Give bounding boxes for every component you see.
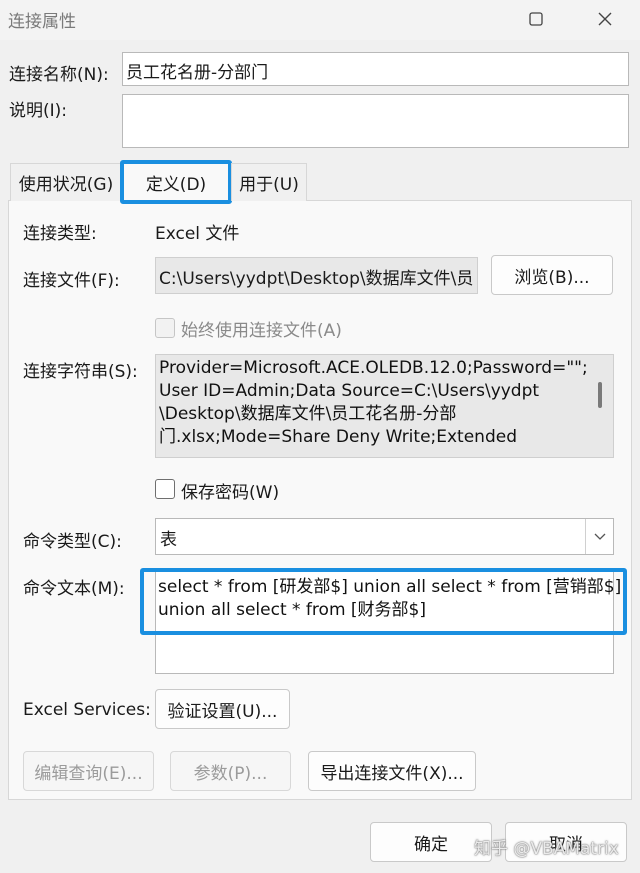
connection-type-value: Excel 文件: [155, 224, 240, 244]
excel-services-label: Excel Services:: [23, 700, 151, 720]
command-type-select[interactable]: 表: [155, 518, 614, 555]
save-password-label: 保存密码(W): [181, 483, 280, 503]
tab-definition-label: 定义(D): [145, 174, 207, 195]
tab-used-for-label: 用于(U): [239, 175, 299, 195]
auth-settings-button[interactable]: 验证设置(U)...: [155, 689, 290, 729]
connection-file-input[interactable]: C:\Users\yydpt\Desktop\数据库文件\员: [155, 257, 478, 294]
connection-name-value: 员工花名册-分部门: [126, 63, 269, 83]
browse-button-label: 浏览(B)...: [514, 267, 590, 288]
save-password-checkbox[interactable]: [155, 479, 175, 499]
export-connection-file-button[interactable]: 导出连接文件(X)...: [308, 751, 476, 791]
command-text-highlight: select * from [研发部$] union all select * …: [140, 568, 627, 635]
connection-string-line: User ID=Admin;Data Source=C:\Users\yydpt: [159, 381, 540, 401]
connection-file-value: C:\Users\yydpt\Desktop\数据库文件\员: [159, 269, 474, 289]
command-text-label: 命令文本(M):: [23, 579, 125, 599]
always-use-file-checkbox[interactable]: [155, 318, 175, 338]
tab-usage[interactable]: 使用状况(G): [10, 163, 122, 201]
connection-name-input[interactable]: 员工花名册-分部门: [122, 52, 629, 86]
command-type-value: 表: [160, 530, 177, 550]
description-label: 说明(I):: [9, 101, 68, 121]
title-bar: 连接属性: [0, 0, 640, 40]
export-connection-file-button-label: 导出连接文件(X)...: [320, 763, 464, 784]
close-button[interactable]: [590, 6, 620, 32]
edit-query-button-label: 编辑查询(E)...: [34, 763, 143, 784]
parameters-button-label: 参数(P)...: [193, 763, 268, 784]
maximize-button[interactable]: [521, 6, 551, 32]
browse-button[interactable]: 浏览(B)...: [491, 255, 613, 295]
tab-definition[interactable]: 定义(D): [120, 160, 232, 204]
connection-string-line: Provider=Microsoft.ACE.OLEDB.12.0;Passwo…: [159, 358, 588, 378]
tab-usage-label: 使用状况(G): [18, 175, 114, 195]
connection-string-scrollbar[interactable]: [598, 382, 602, 408]
connection-file-label: 连接文件(F):: [23, 271, 120, 291]
always-use-file-label: 始终使用连接文件(A): [181, 321, 342, 341]
window-title: 连接属性: [8, 12, 76, 32]
close-icon: [598, 12, 612, 26]
auth-settings-button-label: 验证设置(U)...: [167, 701, 278, 722]
command-text-line: select * from [研发部$] union all select * …: [158, 577, 622, 597]
connection-string-line: \Desktop\数据库文件\员工花名册-分部: [159, 404, 457, 424]
connection-string-label: 连接字符串(S):: [23, 362, 138, 382]
connection-type-label: 连接类型:: [23, 224, 97, 244]
tab-used-for[interactable]: 用于(U): [231, 163, 307, 201]
description-input[interactable]: [122, 94, 629, 148]
watermark: 知乎 @VBAMatrix: [474, 839, 619, 859]
connection-string-textarea[interactable]: Provider=Microsoft.ACE.OLEDB.12.0;Passwo…: [155, 354, 614, 458]
edit-query-button[interactable]: 编辑查询(E)...: [23, 751, 154, 791]
connection-name-label: 连接名称(N):: [9, 65, 109, 85]
connection-string-line: 门.xlsx;Mode=Share Deny Write;Extended: [159, 427, 517, 447]
dropdown-toggle[interactable]: [585, 519, 613, 554]
maximize-icon: [529, 12, 543, 26]
ok-button-label: 确定: [414, 834, 448, 855]
command-type-label: 命令类型(C):: [23, 532, 122, 552]
parameters-button[interactable]: 参数(P)...: [170, 751, 291, 791]
command-text-line: union all select * from [财务部$]: [158, 600, 426, 620]
chevron-down-icon: [594, 533, 605, 540]
